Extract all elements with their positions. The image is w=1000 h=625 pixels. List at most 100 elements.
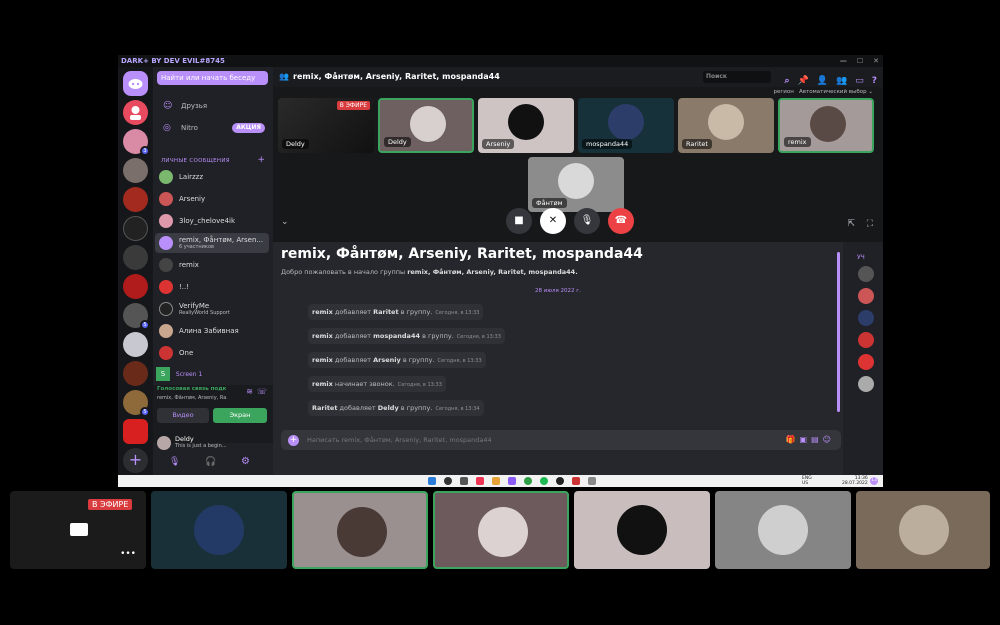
video-tile[interactable]: mospanda44 — [578, 98, 674, 153]
screen-share-item[interactable]: S Screen 1 — [156, 367, 270, 383]
mute-button[interactable]: 🎙 — [574, 208, 600, 234]
taskview-icon[interactable] — [460, 477, 468, 485]
app-icon[interactable] — [524, 477, 532, 485]
server-icon[interactable] — [123, 361, 148, 386]
dm-name: Arseniy — [179, 195, 206, 203]
close-button[interactable]: ✕ — [873, 55, 879, 67]
screen-share-label: Screen 1 — [175, 371, 203, 378]
search-icon[interactable] — [444, 477, 452, 485]
dm-item-selected[interactable]: remix, Фåнтøм, Arsen... 6 участников — [155, 233, 269, 253]
user-name: Deldy — [175, 435, 194, 443]
discord-taskbar-icon[interactable] — [508, 477, 516, 485]
participant-thumbnail[interactable] — [151, 491, 287, 569]
server-icon[interactable]: 5 — [123, 390, 150, 417]
app-icon[interactable] — [588, 477, 596, 485]
dm-item[interactable]: Алина Забивная — [155, 321, 269, 341]
screen-button[interactable]: Экран — [213, 408, 267, 423]
gear-icon[interactable]: ⚙ — [241, 456, 250, 467]
nitro-icon: ◎ — [163, 123, 171, 133]
dm-sidebar: Найти или начать беседу ☺ Друзья ◎ Nitro… — [153, 67, 273, 475]
app-icon[interactable] — [492, 477, 500, 485]
dm-item[interactable]: !..! — [155, 277, 269, 297]
dm-item[interactable]: remix — [155, 255, 269, 275]
video-tile[interactable]: В ЭФИРЕ Deldy — [278, 98, 374, 153]
server-icon[interactable]: 3 — [123, 129, 150, 156]
avatar — [337, 507, 387, 557]
server-icon[interactable] — [123, 245, 148, 270]
region-selector[interactable]: регион Автоматический выбор ⌄ — [773, 89, 873, 95]
avatar — [159, 280, 173, 294]
notification-badge[interactable]: 13 — [870, 477, 878, 485]
noise-icon[interactable]: ≋ — [246, 387, 253, 396]
member-avatar[interactable] — [858, 354, 874, 370]
message-input[interactable]: + Написать remix, Фåнтøм, Arseniy, Rarit… — [281, 430, 841, 450]
mic-icon[interactable]: 🎙 — [169, 457, 180, 467]
server-icon[interactable] — [123, 187, 148, 212]
app-icon[interactable] — [572, 477, 580, 485]
attach-icon[interactable]: + — [288, 435, 299, 446]
tile-label: remix — [784, 137, 811, 147]
disconnect-icon[interactable]: ☏ — [257, 387, 267, 396]
dm-name: Lairzzz — [179, 173, 204, 181]
dm-search-input[interactable]: Найти или начать беседу — [157, 71, 268, 85]
popout-icon[interactable]: ⇱ — [847, 219, 855, 229]
hangup-button[interactable]: ☎ — [608, 208, 634, 234]
server-icon[interactable] — [123, 419, 148, 444]
minimize-button[interactable]: — — [840, 55, 847, 67]
live-badge: В ЭФИРЕ — [336, 101, 370, 110]
nav-nitro[interactable]: ◎ Nitro АКЦИЯ — [157, 119, 269, 137]
add-server-button[interactable]: + — [123, 448, 148, 473]
app-icon[interactable] — [476, 477, 484, 485]
chevron-down-icon[interactable]: ⌄ — [281, 217, 289, 227]
avatar[interactable] — [157, 436, 171, 450]
participant-thumbnail[interactable] — [574, 491, 710, 569]
composer-icons[interactable]: 🎁▣▤☺ — [786, 430, 835, 450]
fullscreen-icon[interactable]: ⛶ — [867, 219, 873, 229]
more-options-icon[interactable]: ••• — [120, 549, 136, 559]
member-avatar[interactable] — [858, 310, 874, 326]
spotify-icon[interactable] — [540, 477, 548, 485]
video-tile[interactable]: remix — [778, 98, 874, 153]
scrollbar[interactable] — [837, 252, 840, 412]
create-dm-button[interactable]: + — [257, 155, 265, 165]
video-tile[interactable]: Raritet — [678, 98, 774, 153]
voice-title: Голосовая связь подк — [157, 386, 227, 392]
server-icon[interactable] — [123, 100, 148, 125]
participant-thumbnail[interactable] — [433, 491, 569, 569]
server-icon[interactable] — [123, 158, 148, 183]
stream-thumbnail[interactable]: В ЭФИРЕ ••• — [10, 491, 146, 569]
clock[interactable]: 13:36 28.07.2022 — [842, 476, 868, 486]
start-icon[interactable] — [428, 477, 436, 485]
member-avatar[interactable] — [858, 266, 874, 282]
headphones-icon[interactable]: 🎧 — [205, 457, 216, 467]
participant-thumbnail[interactable] — [292, 491, 428, 569]
server-icon[interactable]: 5 — [123, 303, 150, 330]
server-icon[interactable] — [123, 332, 148, 357]
member-avatar[interactable] — [858, 288, 874, 304]
dm-item[interactable]: 3loy_chelove4ik — [155, 211, 269, 231]
participant-thumbnail[interactable] — [715, 491, 851, 569]
search-input[interactable]: Поиск — [703, 71, 771, 83]
video-tile[interactable]: Arseniy — [478, 98, 574, 153]
video-button[interactable]: Видео — [157, 408, 209, 423]
dm-item[interactable]: Lairzzz — [155, 167, 269, 187]
camera-button[interactable]: ■ — [506, 208, 532, 234]
participant-thumbnail[interactable] — [856, 491, 990, 569]
server-icon[interactable] — [123, 274, 148, 299]
nav-friends[interactable]: ☺ Друзья — [157, 97, 269, 115]
maximize-button[interactable]: ☐ — [857, 55, 863, 67]
language-indicator[interactable]: ENG US — [802, 476, 812, 486]
dm-name: remix — [179, 261, 199, 269]
server-icon[interactable] — [123, 216, 148, 241]
member-avatar[interactable] — [858, 332, 874, 348]
video-tile[interactable]: Deldy — [378, 98, 474, 153]
dm-item[interactable]: One — [155, 343, 269, 363]
dm-item[interactable]: VerifyMe ReallyWorld Support — [155, 299, 269, 319]
discord-home-icon[interactable] — [123, 71, 148, 96]
screen-share-button[interactable]: ✕ — [540, 208, 566, 234]
dm-item[interactable]: Arseniy — [155, 189, 269, 209]
member-avatar[interactable] — [858, 376, 874, 392]
video-tile[interactable]: Фåнтøм — [528, 157, 624, 212]
os-taskbar: ENG US 13:36 28.07.2022 13 — [118, 475, 883, 487]
app-icon[interactable] — [556, 477, 564, 485]
